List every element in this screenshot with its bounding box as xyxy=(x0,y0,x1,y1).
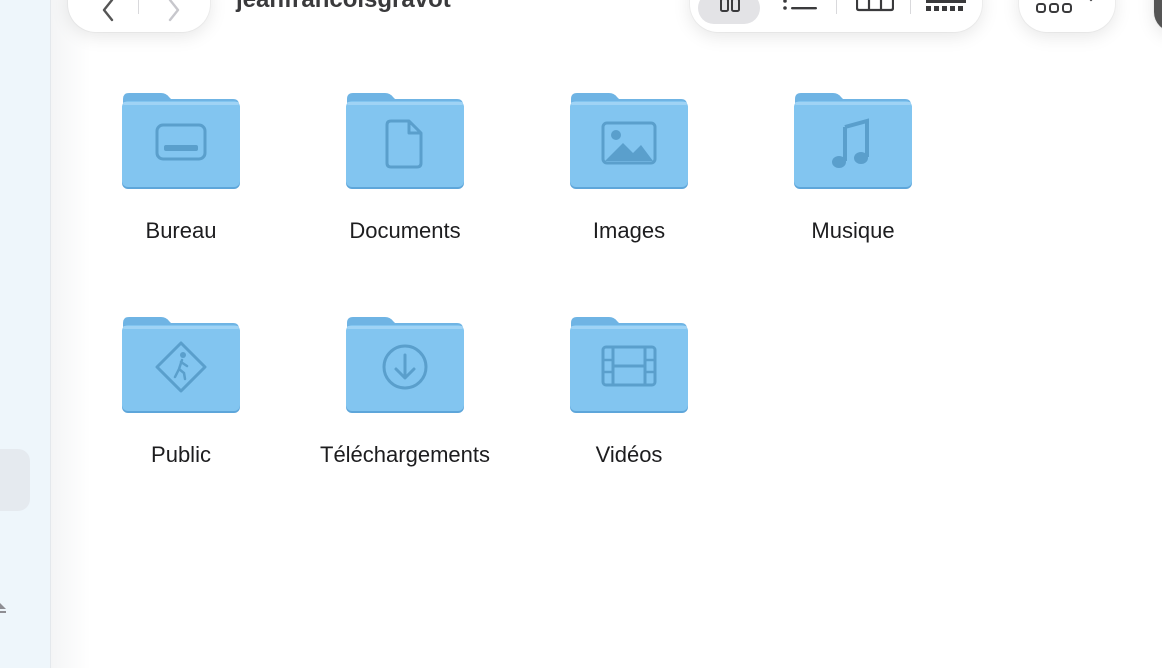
download-arrow-icon xyxy=(346,317,464,413)
window-title: jeanfrancoisgravot xyxy=(236,0,451,14)
group-options[interactable] xyxy=(1019,0,1115,32)
picture-icon xyxy=(570,93,688,189)
folder-public[interactable]: Public xyxy=(81,313,281,493)
folder-bureau[interactable]: Bureau xyxy=(81,89,281,269)
folder-label: Images xyxy=(592,218,666,243)
folder-telechargements[interactable]: Téléchargements xyxy=(305,313,505,493)
music-note-icon xyxy=(794,93,912,189)
sidebar-selected-item[interactable] xyxy=(0,449,30,511)
column-view-icon[interactable] xyxy=(856,0,894,12)
nav-divider xyxy=(138,0,139,14)
list-view-icon[interactable] xyxy=(782,0,818,14)
folder-musique[interactable]: Musique xyxy=(753,89,953,269)
navigation-controls xyxy=(68,0,210,32)
film-icon xyxy=(570,317,688,413)
folder-label: Public xyxy=(151,442,211,467)
folder-label: Documents xyxy=(349,218,461,243)
folder-label: Musique xyxy=(811,218,895,243)
folder-documents[interactable]: Documents xyxy=(305,89,505,269)
more-icon xyxy=(1036,3,1072,13)
chevron-down-icon xyxy=(1089,0,1093,2)
pedestrian-sign-icon xyxy=(122,317,240,413)
sidebar xyxy=(0,0,51,668)
icon-view-button[interactable] xyxy=(698,0,760,24)
search-button[interactable] xyxy=(1154,0,1162,32)
view-divider-2 xyxy=(910,0,911,14)
view-divider-1 xyxy=(836,0,837,14)
icon-view-icon xyxy=(720,0,740,12)
folder-label: Vidéos xyxy=(595,442,663,467)
folder-label: Bureau xyxy=(145,218,217,243)
desktop-icon xyxy=(122,93,240,189)
chevron-left-icon[interactable] xyxy=(98,0,118,22)
folder-images[interactable]: Images xyxy=(529,89,729,269)
folder-videos[interactable]: Vidéos xyxy=(529,313,729,493)
chevron-right-icon[interactable] xyxy=(164,0,184,22)
document-icon xyxy=(346,93,464,189)
folder-label: Téléchargements xyxy=(320,442,490,467)
eject-icon[interactable] xyxy=(0,600,10,618)
view-mode-switcher xyxy=(690,0,982,32)
gallery-view-icon[interactable] xyxy=(926,0,966,12)
